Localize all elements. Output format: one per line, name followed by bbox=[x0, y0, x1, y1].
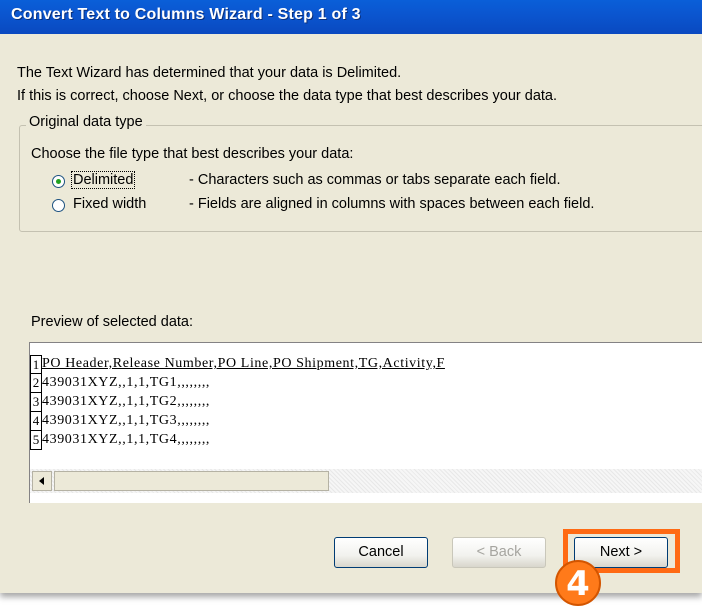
convert-text-to-columns-dialog: Convert Text to Columns Wizard - Step 1 … bbox=[0, 0, 702, 593]
preview-row: 1 PO Header,Release Number,PO Line,PO Sh… bbox=[30, 355, 702, 374]
dialog-title: Convert Text to Columns Wizard - Step 1 … bbox=[11, 6, 361, 23]
intro-line-2: If this is correct, choose Next, or choo… bbox=[17, 88, 558, 104]
row-text: 439031XYZ,,1,1,TG1,,,,,,,, bbox=[42, 375, 211, 390]
back-button[interactable]: < Back bbox=[452, 537, 546, 568]
row-number: 2 bbox=[30, 374, 42, 393]
preview-row: 3 439031XYZ,,1,1,TG2,,,,,,,, bbox=[30, 393, 702, 412]
cancel-button[interactable]: Cancel bbox=[334, 537, 428, 568]
arrow-left-icon bbox=[39, 477, 44, 485]
radio-description-delimited: - Characters such as commas or tabs sepa… bbox=[189, 172, 561, 188]
file-type-prompt: Choose the file type that best describes… bbox=[31, 146, 354, 162]
step-number-badge: 4 bbox=[555, 560, 601, 606]
row-text: PO Header,Release Number,PO Line,PO Ship… bbox=[42, 356, 445, 371]
preview-label: Preview of selected data: bbox=[31, 314, 194, 330]
preview-row: 5 439031XYZ,,1,1,TG4,,,,,,,, bbox=[30, 431, 702, 450]
preview-row: 4 439031XYZ,,1,1,TG3,,,,,,,, bbox=[30, 412, 702, 431]
row-number: 5 bbox=[30, 431, 42, 450]
radio-label-delimited[interactable]: Delimited bbox=[70, 171, 136, 189]
row-text: 439031XYZ,,1,1,TG2,,,,,,,, bbox=[42, 394, 211, 409]
preview-row: 2 439031XYZ,,1,1,TG1,,,,,,,, bbox=[30, 374, 702, 393]
row-text: 439031XYZ,,1,1,TG3,,,,,,,, bbox=[42, 413, 211, 428]
radio-selected-dot bbox=[56, 179, 61, 184]
row-text: 439031XYZ,,1,1,TG4,,,,,,,, bbox=[42, 432, 211, 447]
radio-description-fixed-width: - Fields are aligned in columns with spa… bbox=[189, 196, 595, 212]
radio-button-delimited[interactable] bbox=[52, 175, 65, 188]
row-number: 1 bbox=[30, 355, 42, 374]
radio-label-fixed-width[interactable]: Fixed width bbox=[73, 196, 146, 212]
radio-button-fixed-width[interactable] bbox=[52, 199, 65, 212]
row-number: 3 bbox=[30, 393, 42, 412]
row-number: 4 bbox=[30, 412, 42, 431]
title-bar[interactable]: Convert Text to Columns Wizard - Step 1 … bbox=[0, 0, 702, 34]
horizontal-scrollbar[interactable] bbox=[30, 469, 702, 493]
intro-line-1: The Text Wizard has determined that your… bbox=[17, 65, 402, 81]
scroll-thumb[interactable] bbox=[54, 471, 329, 491]
scroll-left-button[interactable] bbox=[32, 471, 52, 491]
group-legend: Original data type bbox=[26, 114, 146, 130]
